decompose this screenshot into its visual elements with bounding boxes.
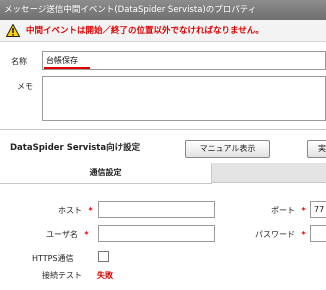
connection-test-result: 失敗 xyxy=(97,271,113,280)
host-required-mark: * xyxy=(88,206,93,215)
warning-triangle-icon xyxy=(6,24,20,37)
user-label-text: ユーザ名 xyxy=(46,230,78,239)
port-field[interactable] xyxy=(310,201,326,218)
warning-banner: 中間イベントは開始／終了の位置以外でなければなりません。 xyxy=(0,20,326,42)
password-label-text: パスワード xyxy=(255,230,295,239)
password-field[interactable] xyxy=(310,225,326,242)
user-label: ユーザ名 * xyxy=(46,229,89,240)
tab-communication-settings[interactable]: 通信設定 xyxy=(0,163,212,183)
name-label: 名称 xyxy=(11,57,27,66)
host-label-text: ホスト xyxy=(58,206,82,215)
connection-test-label: 接続テスト xyxy=(42,271,82,280)
tab-secondary[interactable] xyxy=(212,163,326,183)
section-divider xyxy=(0,129,326,130)
name-error-underline xyxy=(44,67,90,69)
window-title: メッセージ送信中間イベント(DataSpider Servista)のプロパティ xyxy=(4,5,257,15)
username-field[interactable] xyxy=(98,225,215,242)
port-label: ポート * xyxy=(271,205,306,216)
memo-field[interactable] xyxy=(42,76,326,121)
host-label: ホスト * xyxy=(58,205,93,216)
section-title: DataSpider Servista向け設定 xyxy=(10,143,141,153)
password-label: パスワード * xyxy=(255,229,306,240)
host-field[interactable] xyxy=(98,201,215,218)
port-label-text: ポート xyxy=(271,206,295,215)
tab-panel-border xyxy=(0,183,212,184)
user-required-mark: * xyxy=(84,230,89,239)
window-title-bar: メッセージ送信中間イベント(DataSpider Servista)のプロパティ xyxy=(0,0,326,20)
https-checkbox[interactable] xyxy=(98,251,109,262)
next-button-partial[interactable]: 実 xyxy=(307,140,326,158)
https-label: HTTPS通信 xyxy=(32,254,74,263)
tab-bar: 通信設定 xyxy=(0,163,326,183)
warning-message: 中間イベントは開始／終了の位置以外でなければなりません。 xyxy=(26,26,264,36)
memo-label: メモ xyxy=(17,82,33,91)
port-required-mark: * xyxy=(301,206,306,215)
password-required-mark: * xyxy=(301,230,306,239)
manual-display-button[interactable]: マニュアル表示 xyxy=(185,140,270,158)
